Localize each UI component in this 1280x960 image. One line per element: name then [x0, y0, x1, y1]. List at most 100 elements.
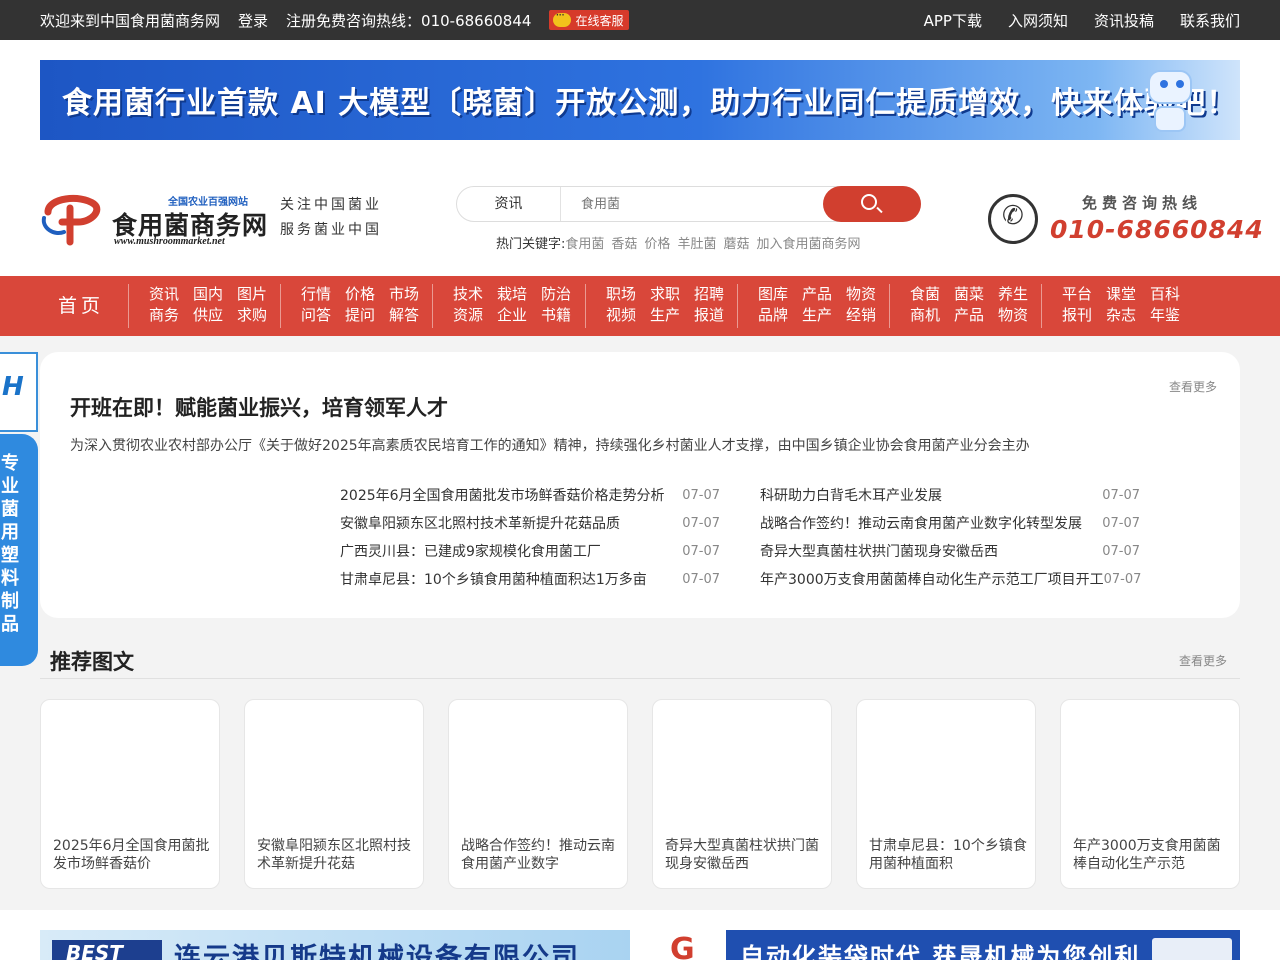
- recommend-title: 推荐图文: [50, 650, 134, 674]
- ad-banner-best[interactable]: BEST 连云港贝斯特机械设备有限公司: [40, 930, 630, 960]
- login-link[interactable]: 登录: [238, 10, 268, 31]
- search-category-select[interactable]: 资讯: [457, 187, 561, 221]
- news-title[interactable]: 年产3000万支食用菌菌棒自动化生产示范工厂项目开工: [760, 570, 1104, 598]
- hot-keyword[interactable]: 加入食用菌商务网: [756, 233, 860, 252]
- nav-link[interactable]: 经销: [846, 305, 876, 326]
- news-item[interactable]: 科研助力白背毛木耳产业发展 07-07: [760, 486, 1140, 514]
- news-submit-link[interactable]: 资讯投稿: [1094, 10, 1154, 31]
- nav-link[interactable]: 物资: [846, 284, 876, 305]
- hot-keyword[interactable]: 价格: [644, 233, 670, 252]
- nav-link[interactable]: 产品: [802, 284, 832, 305]
- nav-link[interactable]: 平台: [1062, 284, 1092, 305]
- recommend-card[interactable]: 安徽阜阳颍东区北照村技术革新提升花菇: [244, 699, 424, 889]
- nav-link[interactable]: 生产: [802, 305, 832, 326]
- nav-link[interactable]: 求购: [237, 305, 267, 326]
- banner-text: 食用菌行业首款 AI 大模型〔晓菌〕开放公测，助力行业同仁提质增效，快来体验吧！: [62, 86, 1238, 121]
- nav-link[interactable]: 防治: [541, 284, 571, 305]
- nav-link[interactable]: 企业: [497, 305, 527, 326]
- recommend-grid: 2025年6月全国食用菌批发市场鲜香菇价 安徽阜阳颍东区北照村技术革新提升花菇 战略…: [40, 699, 1240, 889]
- news-title[interactable]: 奇异大型真菌柱状拱门菌现身安徽岳西: [760, 542, 998, 570]
- recommend-card[interactable]: 2025年6月全国食用菌批发市场鲜香菇价: [40, 699, 220, 889]
- news-item[interactable]: 2025年6月全国食用菌批发市场鲜香菇价格走势分析 07-07: [340, 486, 720, 514]
- nav-link[interactable]: 资源: [453, 305, 483, 326]
- nav-link[interactable]: 求职: [650, 284, 680, 305]
- site-logo[interactable]: 全国农业百强网站 食用菌商务网 www.mushroommarket.net: [40, 190, 267, 250]
- nav-link[interactable]: 品牌: [758, 305, 788, 326]
- nav-link[interactable]: 国内: [193, 284, 223, 305]
- news-item[interactable]: 战略合作签约！推动云南食用菌产业数字化转型发展 07-07: [760, 514, 1140, 542]
- recommend-card[interactable]: 年产3000万支食用菌菌棒自动化生产示范: [1060, 699, 1240, 889]
- contact-us-link[interactable]: 联系我们: [1180, 10, 1240, 31]
- featured-more-link[interactable]: 查看更多: [1169, 378, 1217, 395]
- hot-keyword[interactable]: 蘑菇: [723, 233, 749, 252]
- nav-link[interactable]: 物资: [998, 305, 1028, 326]
- recommend-card[interactable]: 战略合作签约！推动云南食用菌产业数字: [448, 699, 628, 889]
- nav-home[interactable]: 首页: [58, 276, 104, 336]
- hot-keyword[interactable]: 食用菌: [565, 233, 604, 252]
- news-title[interactable]: 广西灵川县：已建成9家规模化食用菌工厂: [340, 542, 601, 570]
- nav-link[interactable]: 书籍: [541, 305, 571, 326]
- nav-link[interactable]: 报道: [694, 305, 724, 326]
- nav-link[interactable]: 产品: [954, 305, 984, 326]
- featured-headline[interactable]: 开班在即！赋能菌业振兴，培育领军人才: [70, 392, 448, 422]
- hot-keyword[interactable]: 羊肚菌: [677, 233, 716, 252]
- news-item[interactable]: 广西灵川县：已建成9家规模化食用菌工厂 07-07: [340, 542, 720, 570]
- nav-link[interactable]: 菌菜: [954, 284, 984, 305]
- nav-link[interactable]: 招聘: [694, 284, 724, 305]
- hotline-block: ✆ 免费咨询热线 010-68660844: [988, 190, 1263, 248]
- site-tagline: 关注中国菌业 服务菌业中国: [280, 193, 382, 243]
- news-date: 07-07: [1102, 488, 1140, 503]
- side-float-logo: H: [0, 352, 38, 432]
- news-item[interactable]: 甘肃卓尼县：10个乡镇食用菌种植面积达1万多亩 07-07: [340, 570, 720, 598]
- recommend-card[interactable]: 奇异大型真菌柱状拱门菌现身安徽岳西: [652, 699, 832, 889]
- search-input[interactable]: [581, 193, 801, 215]
- nav-link[interactable]: 养生: [998, 284, 1028, 305]
- nav-link[interactable]: 商机: [910, 305, 940, 326]
- nav-link[interactable]: 价格: [345, 284, 375, 305]
- hot-keyword[interactable]: 香菇: [611, 233, 637, 252]
- nav-link[interactable]: 食菌: [910, 284, 940, 305]
- news-title[interactable]: 甘肃卓尼县：10个乡镇食用菌种植面积达1万多亩: [340, 570, 647, 598]
- nav-link[interactable]: 技术: [453, 284, 483, 305]
- news-item[interactable]: 年产3000万支食用菌菌棒自动化生产示范工厂项目开工 07-07: [760, 570, 1141, 598]
- nav-link[interactable]: 解答: [389, 305, 419, 326]
- ai-model-banner[interactable]: 食用菌行业首款 AI 大模型〔晓菌〕开放公测，助力行业同仁提质增效，快来体验吧！: [40, 60, 1240, 140]
- nav-link[interactable]: 提问: [345, 305, 375, 326]
- nav-link[interactable]: 百科: [1150, 284, 1180, 305]
- news-title[interactable]: 科研助力白背毛木耳产业发展: [760, 486, 942, 514]
- nav-link[interactable]: 年鉴: [1150, 305, 1180, 326]
- nav-link[interactable]: 职场: [606, 284, 636, 305]
- nav-link[interactable]: 杂志: [1106, 305, 1136, 326]
- tagline-line-2: 服务菌业中国: [280, 222, 382, 238]
- nav-link[interactable]: 市场: [389, 284, 419, 305]
- nav-link[interactable]: 问答: [301, 305, 331, 326]
- news-title[interactable]: 2025年6月全国食用菌批发市场鲜香菇价格走势分析: [340, 486, 665, 514]
- side-float-ad[interactable]: H 专业菌用塑料制品: [0, 352, 38, 666]
- nav-link[interactable]: 商务: [149, 305, 179, 326]
- nav-link[interactable]: 视频: [606, 305, 636, 326]
- news-title[interactable]: 战略合作签约！推动云南食用菌产业数字化转型发展: [760, 514, 1082, 542]
- online-service-button[interactable]: 在线客服: [549, 8, 630, 30]
- nav-link[interactable]: 图库: [758, 284, 788, 305]
- app-download-link[interactable]: APP下载: [924, 10, 982, 31]
- recommend-more-link[interactable]: 查看更多: [1179, 652, 1227, 669]
- news-title[interactable]: 安徽阜阳颍东区北照村技术革新提升花菇品质: [340, 514, 620, 542]
- online-service-label: 在线客服: [575, 13, 624, 28]
- nav-link[interactable]: 报刊: [1062, 305, 1092, 326]
- nav-link[interactable]: 图片: [237, 284, 267, 305]
- ad-machinery-text: 自动化装袋时代 获晟机械为您创利: [740, 943, 1141, 960]
- nav-link[interactable]: 供应: [193, 305, 223, 326]
- nav-link[interactable]: 行情: [301, 284, 331, 305]
- ad-banner-machinery[interactable]: G 自动化装袋时代 获晟机械为您创利: [650, 930, 1240, 960]
- nav-link[interactable]: 课堂: [1106, 284, 1136, 305]
- nav-link[interactable]: 生产: [650, 305, 680, 326]
- recommend-card[interactable]: 甘肃卓尼县：10个乡镇食用菌种植面积: [856, 699, 1036, 889]
- nav-link[interactable]: 栽培: [497, 284, 527, 305]
- ad-machinery-logo: G: [650, 930, 726, 960]
- news-item[interactable]: 奇异大型真菌柱状拱门菌现身安徽岳西 07-07: [760, 542, 1140, 570]
- news-item[interactable]: 安徽阜阳颍东区北照村技术革新提升花菇品质 07-07: [340, 514, 720, 542]
- nav-link[interactable]: 资讯: [149, 284, 179, 305]
- search-button[interactable]: [823, 186, 921, 222]
- join-notice-link[interactable]: 入网须知: [1008, 10, 1068, 31]
- side-float-char: 菌: [1, 499, 19, 520]
